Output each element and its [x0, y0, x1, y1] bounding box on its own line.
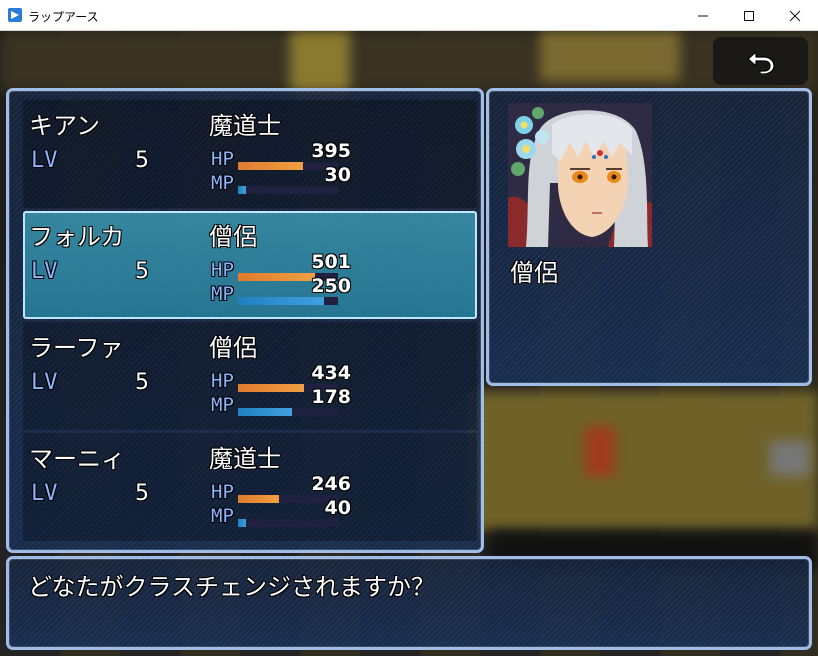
back-button[interactable]: [713, 37, 808, 85]
level-value: 5: [135, 481, 149, 506]
mp-label: MP: [211, 505, 234, 527]
mp-gauge-fill: [238, 186, 246, 194]
mp-label: MP: [211, 283, 234, 305]
actor-name: フォルカ: [29, 223, 125, 251]
level-label: LV: [31, 481, 58, 506]
mp-gauge-fill: [238, 297, 324, 305]
game-screen: キアン 魔道士 LV 5 HP 395 MP 30 フォルカ 僧侶 LV 5 H…: [0, 31, 818, 656]
mp-label: MP: [211, 394, 234, 416]
actor-name: マーニィ: [29, 445, 125, 473]
level-label: LV: [31, 148, 58, 173]
level-value: 5: [135, 148, 149, 173]
actor-row[interactable]: フォルカ 僧侶 LV 5 HP 501 MP 250: [23, 211, 477, 319]
background-map: [585, 426, 615, 476]
actor-row[interactable]: ラーファ 僧侶 LV 5 HP 434 MP 178: [23, 322, 477, 430]
mp-gauge: [238, 408, 338, 416]
actor-row[interactable]: マーニィ 魔道士 LV 5 HP 246 MP 40: [23, 433, 477, 541]
mp-value: 178: [311, 386, 351, 408]
actor-portrait: [508, 103, 652, 247]
mp-gauge: [238, 297, 338, 305]
window-titlebar: ラップアース: [0, 0, 818, 31]
actor-class: 魔道士: [209, 445, 281, 473]
mp-gauge: [238, 186, 338, 194]
close-button[interactable]: [772, 0, 818, 31]
detail-class-name: 僧侶: [510, 259, 558, 287]
level-value: 5: [135, 259, 149, 284]
actor-list-window: キアン 魔道士 LV 5 HP 395 MP 30 フォルカ 僧侶 LV 5 H…: [6, 88, 484, 553]
minimize-icon: [698, 15, 708, 16]
actor-name: キアン: [29, 112, 101, 140]
mp-value: 250: [311, 275, 351, 297]
hp-value: 395: [311, 140, 351, 162]
hp-gauge-fill: [238, 495, 279, 503]
mp-gauge: [238, 519, 338, 527]
maximize-button[interactable]: [726, 0, 772, 31]
background-map: [470, 391, 818, 531]
undo-arrow-icon: [746, 51, 775, 74]
hp-label: HP: [211, 481, 234, 503]
app-icon: [8, 8, 22, 22]
hp-label: HP: [211, 148, 234, 170]
hp-label: HP: [211, 370, 234, 392]
minimize-button[interactable]: [680, 0, 726, 31]
background-map: [0, 31, 818, 91]
close-icon: [789, 10, 801, 21]
mp-gauge-fill: [238, 519, 246, 527]
background-map: [770, 441, 810, 476]
mp-value: 40: [324, 497, 351, 519]
hp-value: 434: [311, 362, 351, 384]
level-value: 5: [135, 370, 149, 395]
actor-row[interactable]: キアン 魔道士 LV 5 HP 395 MP 30: [23, 100, 477, 208]
level-label: LV: [31, 370, 58, 395]
mp-gauge-fill: [238, 408, 292, 416]
mp-value: 30: [324, 164, 351, 186]
hp-value: 246: [311, 473, 351, 495]
maximize-icon: [744, 10, 754, 21]
level-label: LV: [31, 259, 58, 284]
mp-label: MP: [211, 172, 234, 194]
hp-value: 501: [311, 251, 351, 273]
help-text: どなたがクラスチェンジされますか？: [28, 573, 436, 601]
priest-portrait: [508, 103, 652, 247]
hp-label: HP: [211, 259, 234, 281]
background-map: [540, 31, 680, 81]
actor-name: ラーファ: [29, 334, 124, 362]
actor-class: 僧侶: [209, 334, 257, 362]
actor-class: 僧侶: [209, 223, 257, 251]
actor-class: 魔道士: [209, 112, 281, 140]
window-title: ラップアース: [28, 10, 99, 24]
background-map: [290, 31, 350, 91]
